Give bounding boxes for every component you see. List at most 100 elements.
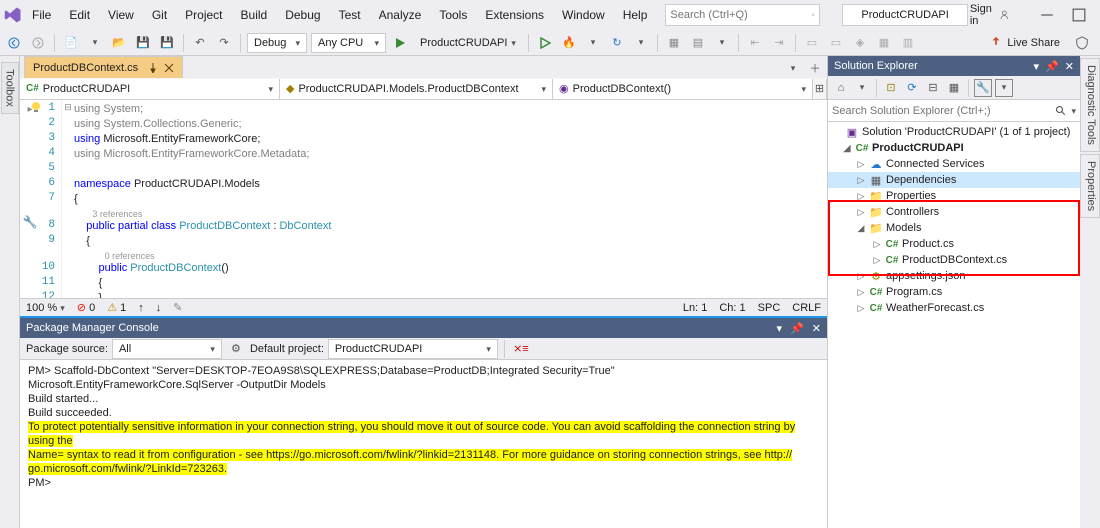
- lineend-info[interactable]: CRLF: [792, 302, 821, 314]
- undo-icon[interactable]: ↶: [190, 33, 210, 53]
- tn-program-cs[interactable]: ▷C#Program.cs: [828, 284, 1080, 300]
- outlining-margin[interactable]: ⊟: [62, 100, 74, 298]
- bookmark-icon[interactable]: ◈: [850, 33, 870, 53]
- tab-productdbcontext[interactable]: ProductDBContext.cs: [24, 56, 183, 78]
- signin-link[interactable]: Sign in: [970, 3, 1018, 27]
- menu-build[interactable]: Build: [233, 4, 276, 26]
- start-debug-button[interactable]: [390, 33, 410, 53]
- nav-fwd-icon[interactable]: [28, 33, 48, 53]
- se-properties-icon[interactable]: 🔧: [974, 79, 992, 97]
- uncomment-icon[interactable]: ▭: [826, 33, 846, 53]
- se-search[interactable]: [828, 100, 1080, 122]
- pmc-close-icon[interactable]: ✕: [812, 322, 821, 335]
- nav-class[interactable]: ◆ProductCRUDAPI.Models.ProductDBContext: [280, 79, 553, 99]
- code-content[interactable]: using System; using System.Collections.G…: [74, 100, 827, 298]
- se-view-dd[interactable]: [995, 79, 1013, 97]
- diagnostics-tab[interactable]: Diagnostic Tools: [1080, 58, 1100, 152]
- se-sync-icon[interactable]: ⟳: [903, 79, 921, 97]
- pmc-source-combo[interactable]: All: [112, 339, 222, 359]
- error-count[interactable]: ⊘ 0: [77, 301, 95, 314]
- pmc-settings-icon[interactable]: ⚙: [226, 339, 246, 359]
- tn-weather-cs[interactable]: ▷C#WeatherForecast.cs: [828, 300, 1080, 316]
- tn-connected[interactable]: ▷☁Connected Services: [828, 156, 1080, 172]
- pmc-clear-icon[interactable]: ⨯≡: [511, 339, 531, 359]
- se-home-icon[interactable]: ⌂: [832, 79, 850, 97]
- menu-tools[interactable]: Tools: [431, 4, 475, 26]
- nav-project[interactable]: C#ProductCRUDAPI: [20, 79, 280, 99]
- spaces-info[interactable]: SPC: [758, 302, 781, 314]
- tb-misc1-icon[interactable]: ▦: [664, 33, 684, 53]
- pin-icon[interactable]: [148, 63, 158, 73]
- code-editor[interactable]: ▸ 🔧 1234567 89 10111213 ⊟ using System; …: [20, 100, 827, 298]
- menu-project[interactable]: Project: [177, 4, 230, 26]
- save-icon[interactable]: 💾: [133, 33, 153, 53]
- menu-analyze[interactable]: Analyze: [371, 4, 430, 26]
- open-icon[interactable]: 📂: [109, 33, 129, 53]
- zoom-combo[interactable]: 100 %: [26, 302, 65, 314]
- refresh-dd[interactable]: [631, 33, 651, 53]
- new-item-icon[interactable]: 📄: [61, 33, 81, 53]
- se-scope-icon[interactable]: ⊡: [882, 79, 900, 97]
- nav-member[interactable]: ◉ProductDBContext(): [553, 79, 813, 99]
- menu-edit[interactable]: Edit: [61, 4, 98, 26]
- toolbox-tab[interactable]: Toolbox: [0, 56, 20, 528]
- nav-up-icon[interactable]: ↑: [138, 302, 144, 314]
- tn-dependencies[interactable]: ▷▦Dependencies: [828, 172, 1080, 188]
- indent-more-icon[interactable]: ⇥: [769, 33, 789, 53]
- tabs-overflow-icon[interactable]: [783, 58, 803, 78]
- hot-reload-icon[interactable]: 🔥: [559, 33, 579, 53]
- se-pin-icon[interactable]: 📌: [1045, 60, 1059, 73]
- tn-solution[interactable]: ▣Solution 'ProductCRUDAPI' (1 of 1 proje…: [828, 124, 1080, 140]
- se-home-dd[interactable]: [853, 79, 871, 97]
- tb-misc4-icon[interactable]: ▥: [898, 33, 918, 53]
- menu-extensions[interactable]: Extensions: [477, 4, 552, 26]
- se-dropdown-icon[interactable]: ▾: [1034, 60, 1040, 73]
- tb-misc2-dd[interactable]: [712, 33, 732, 53]
- nav-back-icon[interactable]: [4, 33, 24, 53]
- menu-debug[interactable]: Debug: [277, 4, 328, 26]
- hot-reload-dd[interactable]: [583, 33, 603, 53]
- pmc-pin-icon[interactable]: 📌: [790, 322, 804, 335]
- pmc-project-combo[interactable]: ProductCRUDAPI: [328, 339, 498, 359]
- menu-view[interactable]: View: [100, 4, 142, 26]
- menu-git[interactable]: Git: [144, 4, 175, 26]
- launch-combo[interactable]: ProductCRUDAPI: [414, 33, 522, 53]
- pmc-header[interactable]: Package Manager Console ▾ 📌 ✕: [20, 318, 827, 338]
- indent-less-icon[interactable]: ⇤: [745, 33, 765, 53]
- minimize-icon[interactable]: [1040, 8, 1054, 22]
- nav-edit-icon[interactable]: ✎: [173, 301, 182, 314]
- se-close-icon[interactable]: ✕: [1065, 60, 1074, 73]
- menu-file[interactable]: File: [24, 4, 59, 26]
- tb-misc3-icon[interactable]: ▦: [874, 33, 894, 53]
- se-header[interactable]: Solution Explorer ▾ 📌 ✕: [828, 56, 1080, 76]
- liveshare-button[interactable]: Live Share: [989, 36, 1068, 50]
- menu-help[interactable]: Help: [615, 4, 656, 26]
- platform-combo[interactable]: Any CPU: [311, 33, 386, 53]
- se-search-input[interactable]: [832, 105, 1055, 117]
- pmc-dropdown-icon[interactable]: ▾: [777, 322, 783, 335]
- menu-window[interactable]: Window: [554, 4, 613, 26]
- screwdriver-icon[interactable]: 🔧: [23, 215, 38, 229]
- tb-misc2-icon[interactable]: ▤: [688, 33, 708, 53]
- tn-project[interactable]: ◢C#ProductCRUDAPI: [828, 140, 1080, 156]
- comment-icon[interactable]: ▭: [802, 33, 822, 53]
- redo-icon[interactable]: ↷: [214, 33, 234, 53]
- se-collapse-icon[interactable]: ⊟: [924, 79, 942, 97]
- new-item-dd[interactable]: [85, 33, 105, 53]
- se-showall-icon[interactable]: ▦: [945, 79, 963, 97]
- properties-tab[interactable]: Properties: [1080, 154, 1100, 218]
- se-tree[interactable]: ▣Solution 'ProductCRUDAPI' (1 of 1 proje…: [828, 122, 1080, 528]
- maximize-icon[interactable]: [1072, 8, 1086, 22]
- menu-test[interactable]: Test: [331, 4, 369, 26]
- warn-count[interactable]: ⚠ 1: [107, 301, 126, 314]
- save-all-icon[interactable]: 💾: [157, 33, 177, 53]
- start-nodebug-button[interactable]: [535, 33, 555, 53]
- split-icon[interactable]: ⊞: [813, 79, 827, 99]
- global-search-input[interactable]: [670, 9, 812, 21]
- refresh-icon[interactable]: ↻: [607, 33, 627, 53]
- config-combo[interactable]: Debug: [247, 33, 307, 53]
- admin-icon[interactable]: [1072, 33, 1092, 53]
- nav-down-icon[interactable]: ↓: [156, 302, 162, 314]
- global-search[interactable]: [665, 4, 820, 26]
- tab-close-icon[interactable]: [164, 63, 174, 73]
